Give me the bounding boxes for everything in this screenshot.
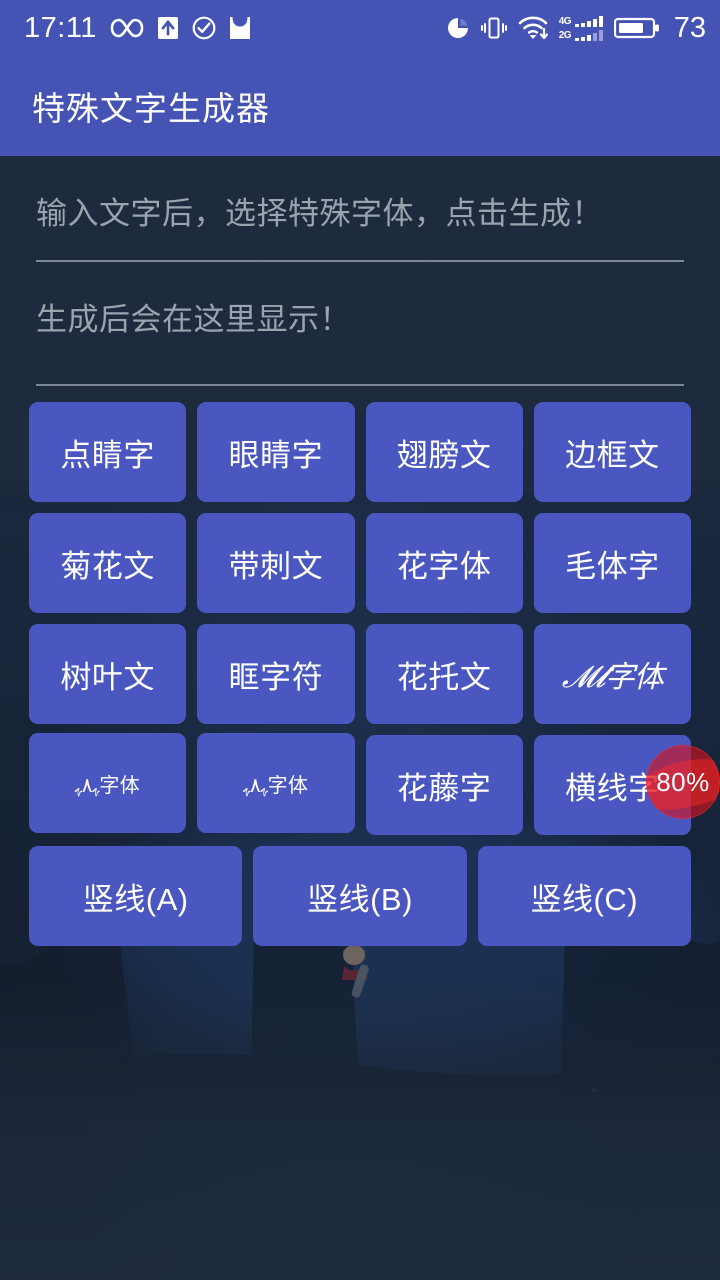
status-bar-right: 4G 2G 73	[446, 11, 706, 44]
battery-percent-label: 73	[673, 11, 706, 44]
font-button-arabic-ziti-a[interactable]: ﮩ٨ﮩ字体	[29, 733, 187, 833]
brightness-percent-label: 80%	[656, 766, 710, 797]
battery-icon	[613, 17, 659, 39]
text-output-field[interactable]: 生成后会在这里显示！	[18, 262, 702, 386]
font-button-shuxian-c[interactable]: 竖线(C)	[477, 846, 691, 946]
text-output-placeholder: 生成后会在这里显示！	[36, 302, 351, 337]
status-clock: 17:11	[24, 11, 97, 44]
upload-icon	[157, 17, 178, 39]
app-root: 17:11 4G 2G 73 特殊文字生成器 输入文字后，选择特殊字体，点击生成…	[0, 0, 720, 1280]
font-style-grid: 点睛字 眼睛字 翅膀文 边框文 菊花文 带刺文 花字体 毛体字 树叶文 眶字符 …	[18, 386, 702, 946]
font-grid-row: 菊花文 带刺文 花字体 毛体字	[29, 513, 691, 613]
font-grid-row: ﮩ٨ﮩ字体 ﮩ٨ﮩ字体 花藤字 横线字	[29, 733, 691, 835]
font-button-huaziti[interactable]: 花字体	[365, 513, 523, 613]
signal-4g-icon: 4G 2G	[558, 15, 603, 41]
do-not-disturb-icon	[447, 18, 468, 38]
brightness-overlay-badge: 80%	[646, 745, 720, 819]
font-grid-row: 树叶文 眶字符 花托文 𝓜𝓵字体	[29, 624, 691, 724]
vibrate-icon	[480, 17, 507, 39]
signal-label-2g: 2G	[558, 29, 572, 41]
font-button-huatengzi[interactable]: 花藤字	[365, 735, 523, 835]
font-button-maotizi[interactable]: 毛体字	[533, 513, 691, 613]
text-input-placeholder: 输入文字后，选择特殊字体，点击生成！	[36, 196, 603, 231]
infinity-icon	[110, 18, 144, 38]
font-button-biankuangwen[interactable]: 边框文	[533, 402, 691, 502]
font-button-shuxian-b[interactable]: 竖线(B)	[253, 846, 467, 946]
font-button-chibangwen[interactable]: 翅膀文	[365, 402, 523, 502]
font-grid-row: 点睛字 眼睛字 翅膀文 边框文	[29, 402, 691, 502]
font-button-dianjingzi[interactable]: 点睛字	[29, 402, 187, 502]
status-bar-left: 17:11	[24, 11, 251, 44]
font-button-ml-ziti[interactable]: 𝓜𝓵字体	[533, 624, 691, 724]
font-button-kuangzifu[interactable]: 眶字符	[197, 624, 355, 724]
signal-label-4g: 4G	[558, 15, 572, 27]
font-grid-row: 竖线(A) 竖线(B) 竖线(C)	[29, 846, 691, 946]
font-button-daiciwen[interactable]: 带刺文	[197, 513, 355, 613]
font-button-shuyewen[interactable]: 树叶文	[29, 624, 187, 724]
text-input-field[interactable]: 输入文字后，选择特殊字体，点击生成！	[18, 156, 702, 262]
main-content: 输入文字后，选择特殊字体，点击生成！ 生成后会在这里显示！ 点睛字 眼睛字 翅膀…	[0, 156, 720, 946]
font-button-shuxian-a[interactable]: 竖线(A)	[29, 846, 243, 946]
status-bar: 17:11 4G 2G 73	[0, 0, 720, 56]
font-button-arabic-ziti-b[interactable]: ﮩ٨ﮩ字体	[197, 733, 355, 833]
app-bar: 特殊文字生成器	[0, 56, 720, 156]
font-button-yanjingzi[interactable]: 眼睛字	[197, 402, 355, 502]
font-button-juhuawen[interactable]: 菊花文	[29, 513, 187, 613]
mail-icon	[229, 17, 250, 39]
check-circle-icon	[192, 16, 216, 40]
font-button-huatuowen[interactable]: 花托文	[365, 624, 523, 724]
wifi-icon	[518, 16, 548, 40]
page-title: 特殊文字生成器	[32, 90, 270, 127]
